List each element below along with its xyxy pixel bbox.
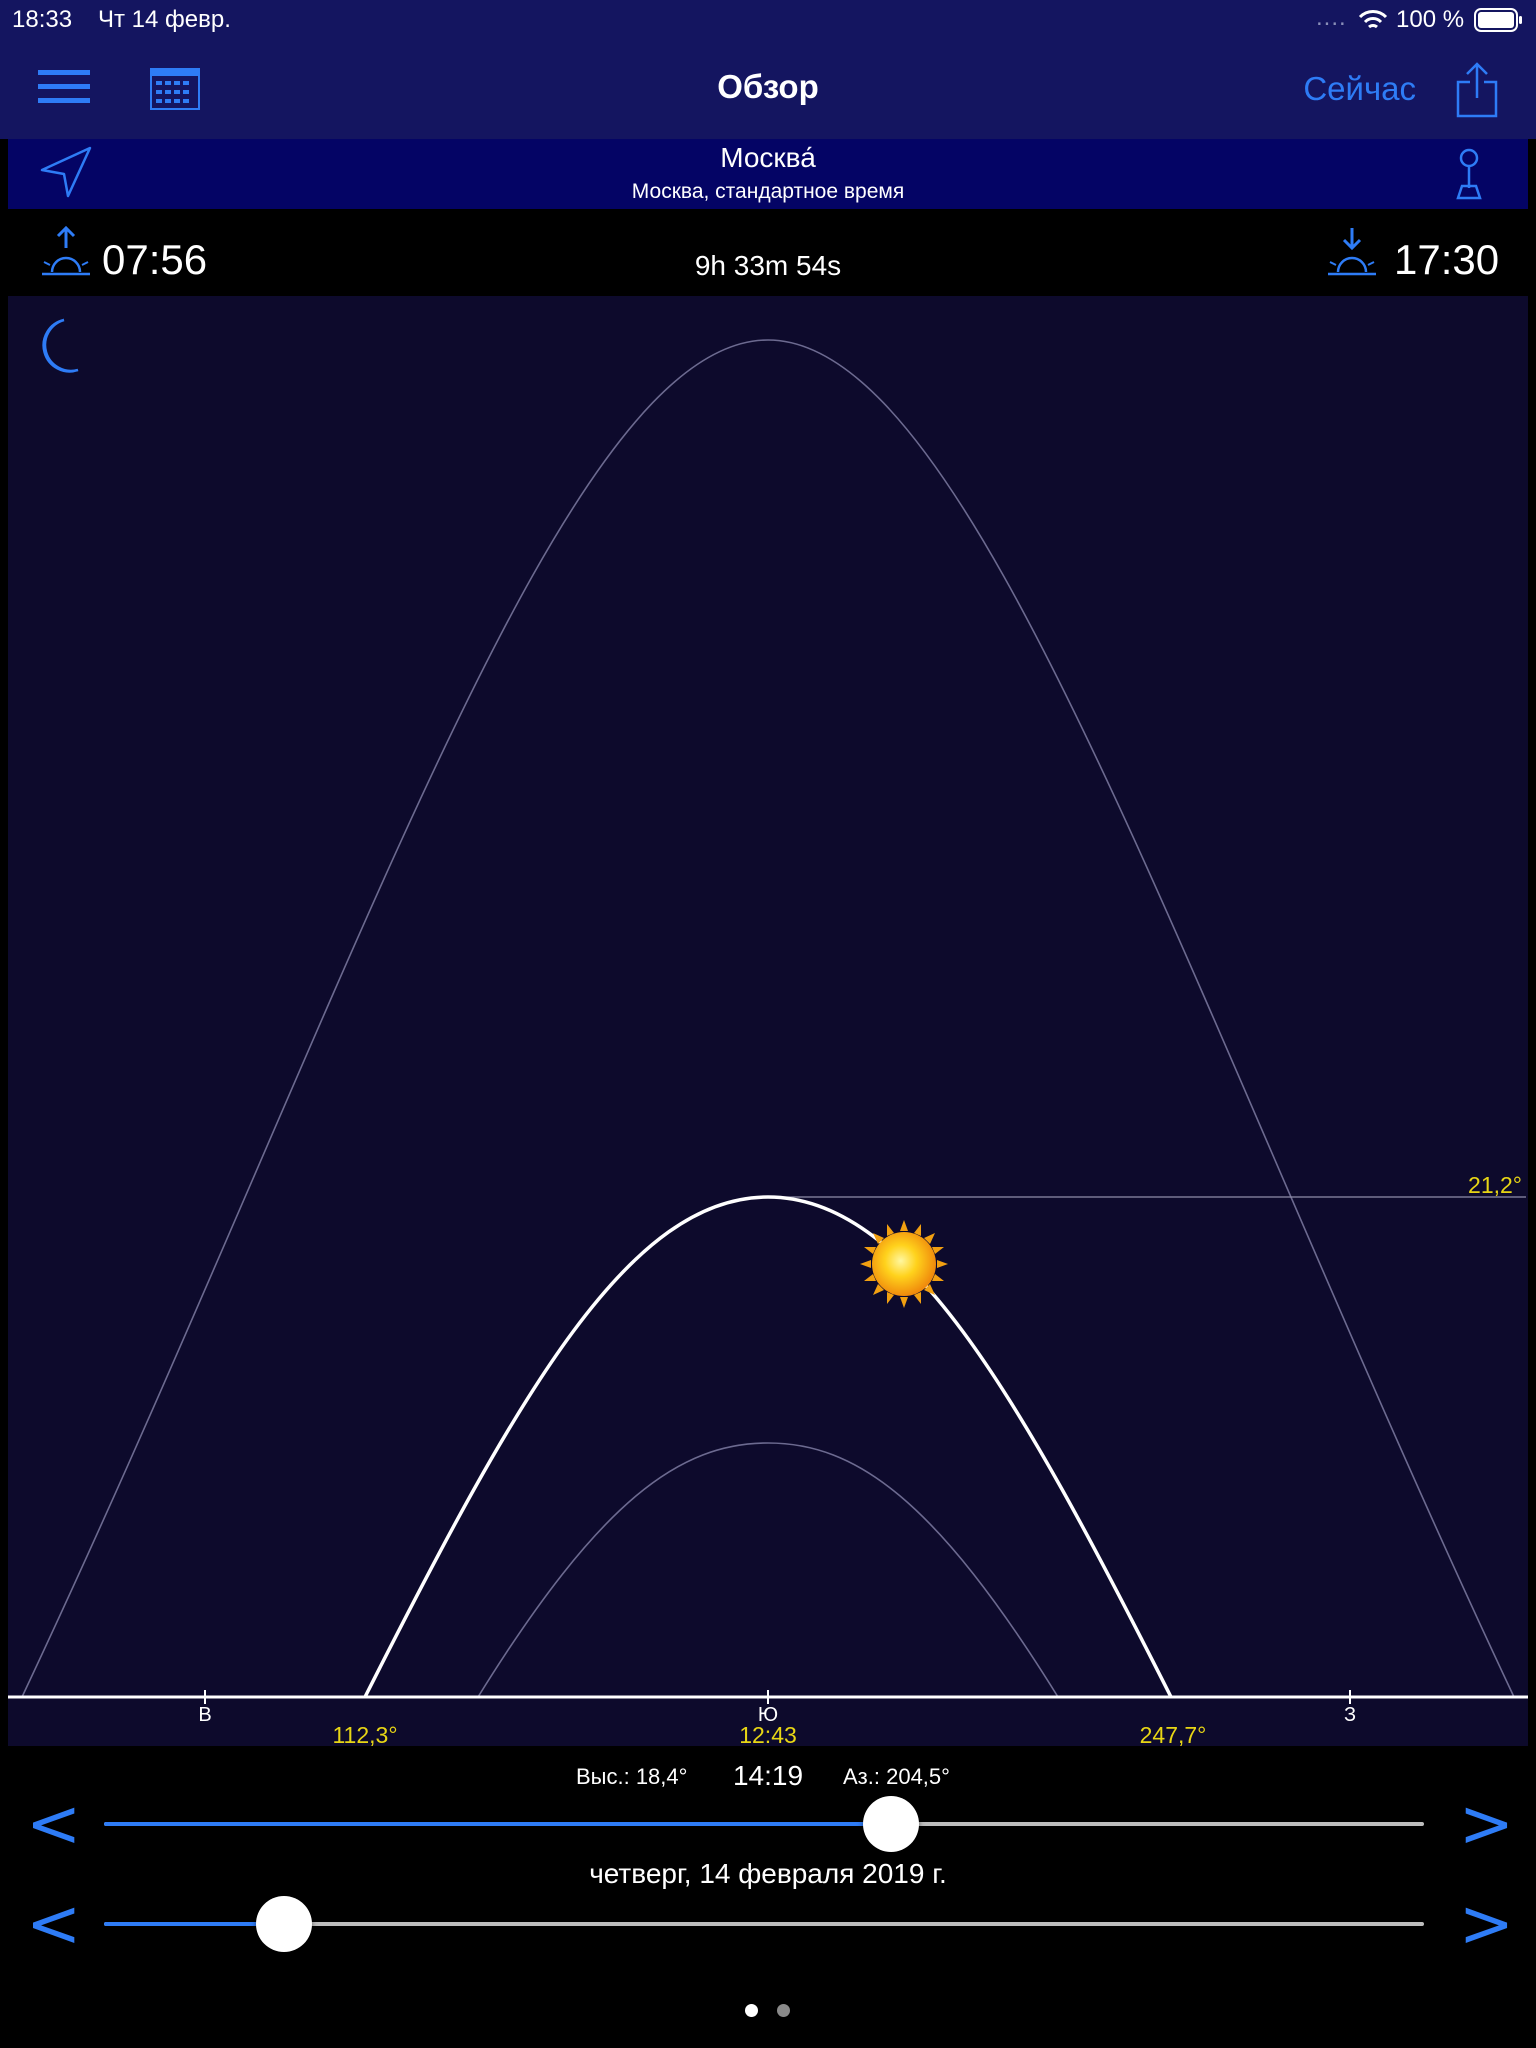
time-slider-fill [104,1822,891,1826]
time-slider-thumb[interactable] [862,1796,919,1852]
winter-path-line [477,1442,1059,1698]
current-time-readout: 14:19 [732,1760,804,1791]
page-indicator-dot[interactable] [777,2004,790,2017]
max-altitude-label: 21,2° [1468,1172,1522,1198]
sunrise-azimuth-label: 112,3° [332,1722,398,1748]
summer-path-line [21,339,1515,1698]
time-next-button[interactable]: > [1459,1791,1514,1857]
date-slider-thumb[interactable] [255,1896,312,1952]
azimuth-readout: Аз.: 204,5° [843,1764,950,1789]
sunset-azimuth-label: 247,7° [1139,1722,1207,1748]
direction-west-label: З [1343,1704,1357,1726]
date-next-button[interactable]: > [1459,1891,1514,1957]
noon-time-label: 12:43 [739,1722,797,1748]
today-path-line [363,1195,1173,1698]
date-label: четверг, 14 февраля 2019 г. [589,1858,947,1889]
page-indicator-dot[interactable] [745,2004,758,2017]
date-prev-button[interactable]: < [26,1891,81,1957]
time-prev-button[interactable]: < [26,1791,81,1857]
time-slider-track[interactable] [104,1822,1424,1826]
direction-east-label: В [198,1704,212,1726]
sun-marker [860,1220,948,1308]
